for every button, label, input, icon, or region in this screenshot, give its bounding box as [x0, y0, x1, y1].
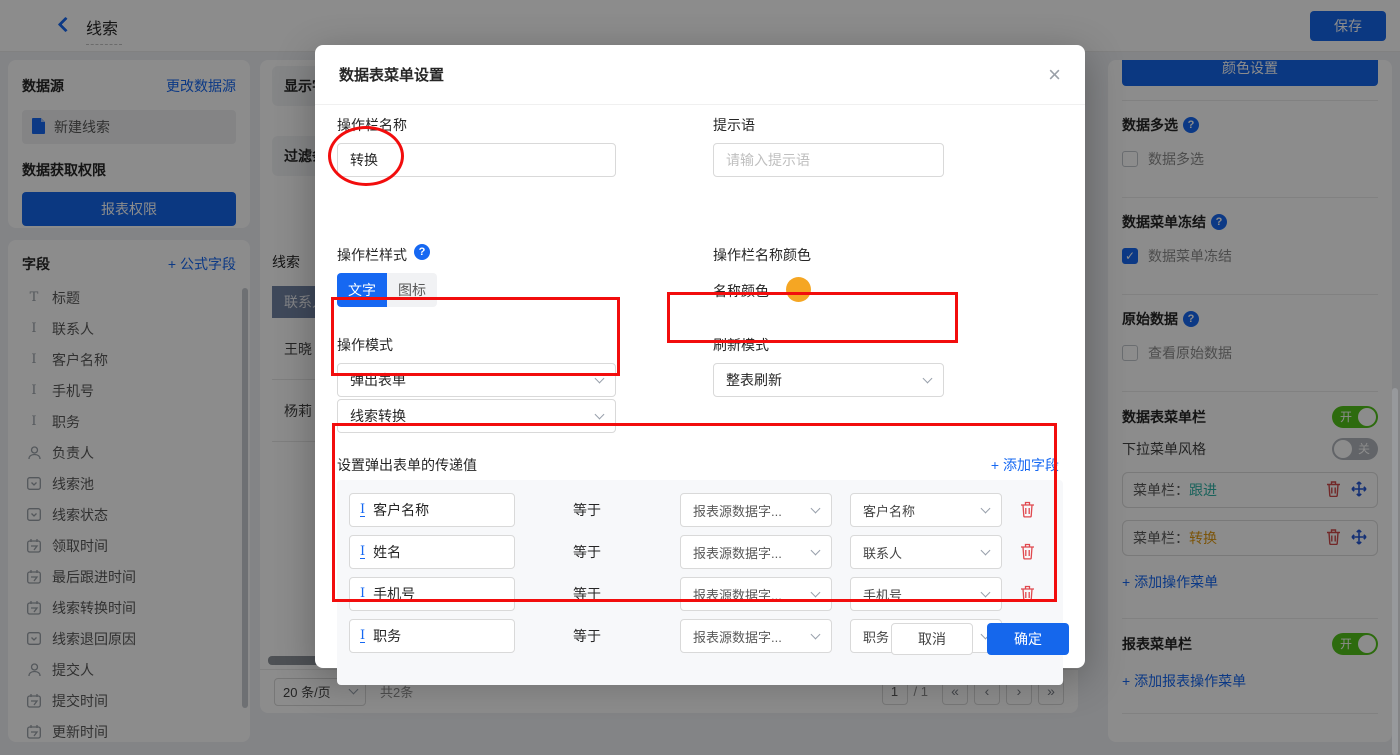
field-name-value: 职务: [373, 628, 402, 644]
pass-value-row: I 客户名称 等于 报表源数据字... 客户名称: [337, 493, 1063, 527]
close-icon[interactable]: ×: [1048, 63, 1061, 86]
source-type-value: 报表源数据字...: [693, 545, 782, 561]
operation-action-select[interactable]: 线索转换: [337, 399, 616, 433]
equals-label: 等于: [573, 586, 601, 602]
field-name-value: 姓名: [373, 544, 402, 560]
tip-input[interactable]: [713, 143, 944, 177]
source-field-value: 职务: [863, 629, 890, 645]
refresh-mode-label: 刷新模式: [713, 337, 769, 353]
operation-action-value: 线索转换: [350, 408, 406, 424]
chevron-down-icon: [980, 545, 991, 555]
action-style-label: 操作栏样式: [337, 247, 407, 263]
delete-icon[interactable]: [1020, 543, 1035, 563]
action-name-label: 操作栏名称: [337, 117, 407, 133]
source-field-value: 手机号: [863, 587, 903, 603]
source-type-value: 报表源数据字...: [693, 587, 782, 603]
source-field-select[interactable]: 手机号: [850, 577, 1002, 611]
confirm-button[interactable]: 确定: [987, 623, 1069, 655]
text-field-icon: I: [360, 502, 366, 517]
dialog-title: 数据表菜单设置: [339, 67, 445, 84]
operation-mode-label: 操作模式: [337, 337, 393, 353]
field-name-value: 客户名称: [373, 502, 430, 518]
tab-icon[interactable]: 图标: [387, 273, 437, 307]
refresh-mode-value: 整表刷新: [726, 372, 782, 388]
source-field-value: 联系人: [863, 545, 903, 561]
pass-value-row: I 姓名 等于 报表源数据字... 联系人: [337, 535, 1063, 569]
delete-icon[interactable]: [1020, 501, 1035, 521]
chevron-down-icon: [810, 503, 821, 513]
source-field-select[interactable]: 联系人: [850, 535, 1002, 569]
chevron-down-icon: [810, 629, 821, 639]
field-name-input[interactable]: I 客户名称: [349, 493, 515, 527]
source-field-select[interactable]: 客户名称: [850, 493, 1002, 527]
source-type-select[interactable]: 报表源数据字...: [680, 535, 832, 569]
chevron-down-icon: [980, 503, 991, 513]
color-swatch[interactable]: [786, 277, 811, 302]
equals-label: 等于: [573, 502, 601, 518]
text-field-icon: I: [360, 628, 366, 643]
cancel-button[interactable]: 取消: [891, 623, 973, 655]
chevron-down-icon: [594, 409, 605, 419]
source-type-value: 报表源数据字...: [693, 503, 782, 519]
source-type-select[interactable]: 报表源数据字...: [680, 619, 832, 653]
pass-values-label: 设置弹出表单的传递值: [337, 457, 477, 473]
action-style-tabs: 文字 图标: [337, 273, 437, 307]
window-scrollbar[interactable]: [1392, 388, 1398, 755]
delete-icon[interactable]: [1020, 585, 1035, 605]
field-name-input[interactable]: I 手机号: [349, 577, 515, 611]
chevron-down-icon: [922, 373, 933, 383]
action-name-input[interactable]: [337, 143, 616, 177]
tip-label: 提示语: [713, 117, 755, 133]
action-color-label: 操作栏名称颜色: [713, 247, 811, 263]
add-field-link[interactable]: + 添加字段: [991, 455, 1059, 475]
field-name-input[interactable]: I 姓名: [349, 535, 515, 569]
refresh-mode-select[interactable]: 整表刷新: [713, 363, 944, 397]
equals-label: 等于: [573, 544, 601, 560]
operation-mode-value: 弹出表单: [350, 372, 406, 388]
name-color-label: 名称颜色: [713, 283, 769, 299]
chevron-down-icon: [594, 373, 605, 383]
chevron-down-icon: [980, 587, 991, 597]
field-name-input[interactable]: I 职务: [349, 619, 515, 653]
source-type-select[interactable]: 报表源数据字...: [680, 577, 832, 611]
chevron-down-icon: [810, 587, 821, 597]
source-type-value: 报表源数据字...: [693, 629, 782, 645]
text-field-icon: I: [360, 544, 366, 559]
operation-mode-select[interactable]: 弹出表单: [337, 363, 616, 397]
equals-label: 等于: [573, 628, 601, 644]
tab-text[interactable]: 文字: [337, 273, 387, 307]
source-type-select[interactable]: 报表源数据字...: [680, 493, 832, 527]
chevron-down-icon: [810, 545, 821, 555]
source-field-value: 客户名称: [863, 503, 916, 519]
field-name-value: 手机号: [373, 586, 416, 602]
help-icon[interactable]: [414, 244, 430, 260]
text-field-icon: I: [360, 586, 366, 601]
table-menu-settings-dialog: 数据表菜单设置 × 操作栏名称 提示语 操作栏样式 文字 图标 操作栏名称颜色 …: [315, 45, 1085, 685]
pass-value-row: I 手机号 等于 报表源数据字... 手机号: [337, 577, 1063, 611]
